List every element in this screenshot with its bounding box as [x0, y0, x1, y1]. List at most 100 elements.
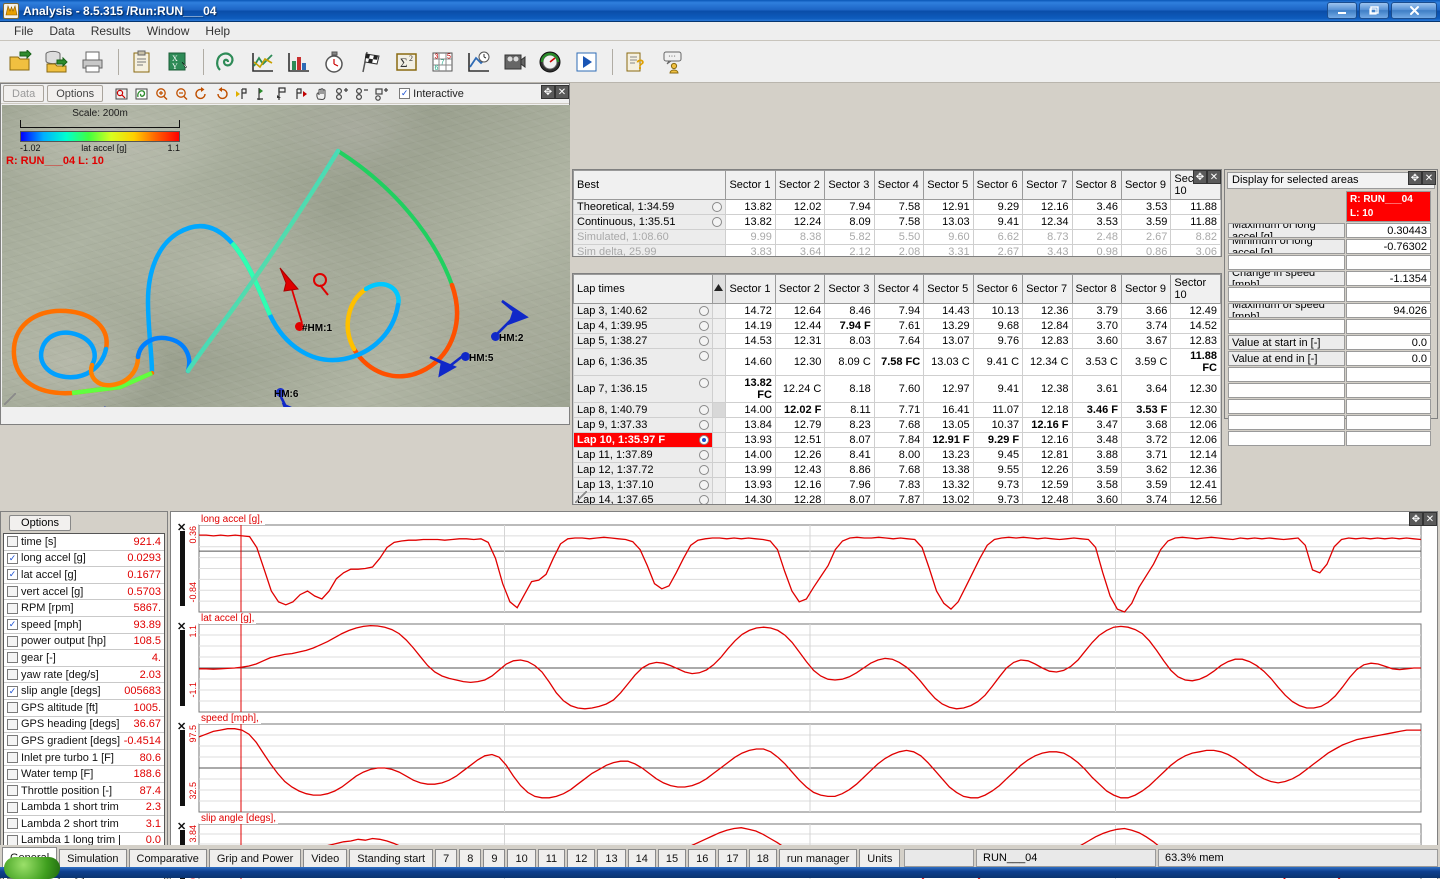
- lap-col-s1[interactable]: Sector 1: [725, 274, 776, 304]
- best-col-s6[interactable]: Sector 6: [972, 170, 1024, 200]
- best-row-label[interactable]: Simulated, 1:08.60: [573, 229, 727, 245]
- xy-chart-icon[interactable]: XY: [161, 44, 195, 80]
- remove-point-icon[interactable]: [352, 85, 371, 102]
- print-icon[interactable]: [76, 44, 110, 80]
- sigma-squared-icon[interactable]: Σ2: [390, 44, 424, 80]
- lap-row-label[interactable]: Lap 9, 1:37.33: [573, 417, 714, 433]
- list-item[interactable]: vert accel [g] 0.5703: [4, 584, 164, 601]
- best-col-s9[interactable]: Sector 9: [1120, 170, 1172, 200]
- best-col-s1[interactable]: Sector 1: [725, 170, 776, 200]
- channel-checkbox[interactable]: [7, 536, 18, 548]
- add-point-icon[interactable]: [332, 85, 351, 102]
- line-chart-icon[interactable]: [246, 44, 280, 80]
- channel-checkbox[interactable]: [7, 735, 18, 747]
- map-resize-grip[interactable]: [4, 393, 16, 405]
- list-item[interactable]: ✓ speed [mph] 93.89: [4, 617, 164, 634]
- lap-col-s9[interactable]: Sector 9: [1120, 274, 1172, 304]
- lap-row-radio[interactable]: [699, 378, 710, 388]
- tab-17[interactable]: 17: [718, 849, 747, 867]
- channel-options-button[interactable]: Options: [9, 515, 71, 531]
- lap-col-s4[interactable]: Sector 4: [873, 274, 925, 304]
- clipboard-icon[interactable]: [125, 44, 159, 80]
- list-item[interactable]: RPM [rpm] 5867.: [4, 600, 164, 617]
- number-grid-icon[interactable]: 3 576: [426, 44, 460, 80]
- best-row-label[interactable]: Theoretical, 1:34.59: [573, 199, 727, 215]
- lap-row-radio[interactable]: [699, 420, 710, 430]
- lap-row-label[interactable]: Lap 14, 1:37.65: [573, 492, 714, 504]
- tab-units[interactable]: Units: [859, 849, 901, 867]
- zoom-out-icon[interactable]: [172, 85, 191, 102]
- lap-scroll-track[interactable]: [712, 318, 727, 334]
- prev-point-icon[interactable]: [232, 85, 251, 102]
- lap-scroll-track[interactable]: [712, 417, 727, 433]
- list-item[interactable]: Throttle position [-] 87.4: [4, 783, 164, 800]
- table-row[interactable]: Sim delta, 25.99 3.83 3.64 2.12 2.08 3.31 2.67…: [573, 244, 1221, 256]
- channel-checkbox[interactable]: ✓: [7, 619, 18, 631]
- lap-row-radio[interactable]: [699, 480, 710, 490]
- best-col-s3[interactable]: Sector 3: [824, 170, 875, 200]
- list-item[interactable]: Inlet pre turbo 1 [F] 80.6: [4, 750, 164, 767]
- tab-simulation[interactable]: Simulation: [59, 849, 127, 867]
- graph-axis-bar[interactable]: [180, 531, 185, 606]
- table-row[interactable]: Simulated, 1:08.60 9.99 8.38 5.82 5.50 9.60 6.…: [573, 229, 1221, 245]
- lap-row-label[interactable]: Lap 3, 1:40.62: [573, 303, 714, 319]
- lap-row-label[interactable]: Lap 13, 1:37.10: [573, 477, 714, 493]
- table-row[interactable]: Theoretical, 1:34.59 13.82 12.02 7.94 7.58 12…: [573, 199, 1221, 215]
- help-report-icon[interactable]: ?: [619, 44, 653, 80]
- channel-checkbox[interactable]: [7, 702, 18, 714]
- table-row[interactable]: Lap 11, 1:37.89 14.00 12.26 8.41 8.00 13.23 9.…: [573, 447, 1221, 463]
- end-flag-icon[interactable]: [272, 85, 291, 102]
- table-row[interactable]: Lap 3, 1:40.62 14.72 12.64 8.46 7.94 14.43 10.…: [573, 303, 1221, 319]
- tab-standing-start[interactable]: Standing start: [349, 849, 434, 867]
- channel-checkbox[interactable]: ✓: [7, 552, 18, 564]
- channel-checkbox[interactable]: [7, 785, 18, 797]
- lap-scroll-track[interactable]: [712, 348, 727, 376]
- lap-col-s8[interactable]: Sector 8: [1071, 274, 1122, 304]
- best-col-s7[interactable]: Sector 7: [1022, 170, 1073, 200]
- graph-axis-close-icon[interactable]: ✕: [177, 720, 186, 733]
- tab-7[interactable]: 7: [435, 849, 458, 867]
- channel-checkbox[interactable]: ✓: [7, 685, 18, 697]
- list-item[interactable]: gear [-] 4.: [4, 650, 164, 667]
- graph-axis-bar[interactable]: [180, 730, 185, 806]
- add-region-icon[interactable]: [372, 85, 391, 102]
- fit-map-icon[interactable]: [132, 85, 151, 102]
- lap-col-s2[interactable]: Sector 2: [774, 274, 826, 304]
- chart-clock-icon[interactable]: [462, 44, 496, 80]
- best-col-s4[interactable]: Sector 4: [873, 170, 925, 200]
- lap-row-radio[interactable]: [699, 435, 710, 445]
- map-options-button[interactable]: Options: [47, 85, 104, 102]
- best-close-icon[interactable]: ✕: [1207, 170, 1221, 184]
- graph-axis-bar[interactable]: [180, 630, 185, 706]
- map-data-button[interactable]: Data: [3, 85, 45, 102]
- list-item[interactable]: time [s] 921.4: [4, 534, 164, 551]
- lap-row-label[interactable]: Lap 11, 1:37.89: [573, 447, 714, 463]
- display-close-icon[interactable]: ✕: [1422, 171, 1436, 185]
- list-item[interactable]: ✓ lat accel [g] 0.1677: [4, 567, 164, 584]
- channel-checkbox[interactable]: ✓: [7, 569, 18, 581]
- tab-9[interactable]: 9: [483, 849, 506, 867]
- lap-row-radio[interactable]: [699, 465, 710, 475]
- lap-row-radio[interactable]: [699, 405, 710, 415]
- best-row-radio[interactable]: [712, 217, 723, 227]
- track-outline-icon[interactable]: [210, 44, 244, 80]
- graph-axis-close-icon[interactable]: ✕: [177, 620, 186, 633]
- graph-axis-close-icon[interactable]: ✕: [177, 820, 186, 833]
- annotation-icon[interactable]: ···: [655, 44, 689, 80]
- lap-col-s5[interactable]: Sector 5: [923, 274, 974, 304]
- rotate-cw-icon[interactable]: [192, 85, 211, 102]
- table-row[interactable]: Lap 7, 1:36.15 13.82 FC 12.24 C 8.18 7.60 12.…: [573, 375, 1221, 403]
- gauge-icon[interactable]: [534, 44, 568, 80]
- display-move-icon[interactable]: ✥: [1408, 171, 1422, 185]
- channel-checkbox[interactable]: [7, 602, 18, 614]
- tab-grip-and-power[interactable]: Grip and Power: [208, 849, 302, 867]
- tab-18[interactable]: 18: [748, 849, 777, 867]
- tab-video[interactable]: Video: [303, 849, 348, 867]
- list-item[interactable]: Water temp [F] 188.6: [4, 766, 164, 783]
- next-point-icon[interactable]: [292, 85, 311, 102]
- minimize-button[interactable]: [1327, 2, 1357, 19]
- checkered-flag-icon[interactable]: [354, 44, 388, 80]
- interactive-checkbox[interactable]: ✓: [399, 88, 411, 99]
- lap-resize-grip[interactable]: [575, 491, 587, 503]
- list-item[interactable]: yaw rate [deg/s] 2.03: [4, 667, 164, 684]
